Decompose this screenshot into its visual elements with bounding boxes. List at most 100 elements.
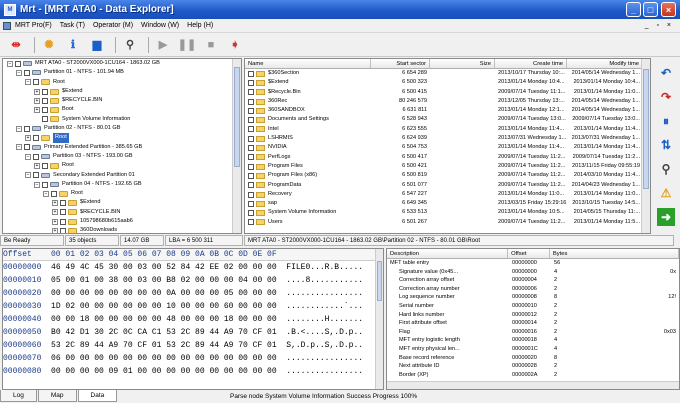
tree-node[interactable]: + $RECYCLE.BIN xyxy=(3,96,241,105)
warning-icon[interactable]: ⚠ xyxy=(657,184,675,202)
expand-toggle-icon[interactable]: + xyxy=(52,227,58,233)
tree-node[interactable]: + $Extend xyxy=(3,198,241,207)
files-scrollbar[interactable] xyxy=(641,59,650,233)
hex-row[interactable]: 00000000 46 49 4C 45 30 00 03 00 52 84 4… xyxy=(3,261,383,274)
file-row[interactable]: NVIDIA 6 504 753 2013/01/14 Monday 11:4...… xyxy=(245,143,650,152)
file-checkbox[interactable] xyxy=(248,126,254,133)
menu-window[interactable]: Window (W) xyxy=(137,22,183,29)
expand-toggle-icon[interactable]: − xyxy=(43,190,49,197)
tree-scrollbar[interactable] xyxy=(232,59,241,233)
structure-row[interactable]: Next attribute ID 00000028 2 xyxy=(387,362,679,371)
expand-toggle-icon[interactable]: − xyxy=(34,181,40,188)
structure-row[interactable]: Correction array number 00000006 2 xyxy=(387,285,679,294)
tree-node[interactable]: − Partition 04 - NTFS - 192.65 GB xyxy=(3,180,241,189)
file-checkbox[interactable] xyxy=(248,200,254,207)
expand-toggle-icon[interactable]: + xyxy=(34,107,40,114)
tree-node[interactable]: − Partition 02 - NTFS - 80.01 GB xyxy=(3,124,241,133)
file-checkbox[interactable] xyxy=(248,70,254,77)
node-checkbox[interactable] xyxy=(42,162,48,169)
expand-toggle-icon[interactable]: + xyxy=(52,200,58,207)
expand-toggle-icon[interactable]: − xyxy=(7,60,13,67)
expand-toggle-icon[interactable]: − xyxy=(25,172,31,179)
tree-node[interactable]: +105798680b615aab6 xyxy=(3,217,241,226)
node-checkbox[interactable] xyxy=(33,79,39,86)
file-row[interactable]: System Volume Information 6 533 513 2013/0… xyxy=(245,208,650,217)
col-description[interactable]: Description xyxy=(387,249,509,258)
tab-data[interactable]: Data xyxy=(77,390,118,402)
node-checkbox[interactable] xyxy=(60,200,66,207)
hex-row[interactable]: 00000030 1D 02 00 00 00 00 00 00 10 00 0… xyxy=(3,300,383,313)
file-row[interactable]: 360Rec 80 246 579 2013/12/05 Thursday 13:.… xyxy=(245,97,650,106)
tree-node[interactable]: − MRT ATA0 - ST2000VX000-1CU164 - 1863.02… xyxy=(3,59,241,68)
settings-icon[interactable]: ✺ xyxy=(39,36,59,54)
hex-view[interactable]: Offset 00 01 02 03 04 05 06 07 08 09 0A … xyxy=(2,248,384,390)
stop-icon[interactable]: ■ xyxy=(201,36,221,54)
tree-node[interactable]: − Root xyxy=(3,78,241,87)
node-checkbox[interactable] xyxy=(33,172,39,179)
expand-toggle-icon[interactable]: + xyxy=(34,88,40,95)
node-checkbox[interactable] xyxy=(42,181,48,188)
structure-row[interactable]: Base record reference 00000020 8 xyxy=(387,354,679,363)
file-row[interactable]: Intel 6 623 555 2013/01/14 Monday 11:4... 2… xyxy=(245,125,650,134)
title-bar[interactable]: M Mrt - [MRT ATA0 - Data Explorer] _ □ × xyxy=(0,0,680,19)
tab-map[interactable]: Map xyxy=(37,390,77,402)
file-checkbox[interactable] xyxy=(248,117,254,124)
file-checkbox[interactable] xyxy=(248,107,254,114)
file-row[interactable]: Program Files 6 500 421 2009/07/14 Tuesday… xyxy=(245,162,650,171)
node-checkbox[interactable] xyxy=(42,116,48,123)
hex-row[interactable]: 00000080 00 00 00 00 09 01 00 00 00 00 0… xyxy=(3,365,383,378)
file-checkbox[interactable] xyxy=(248,219,254,226)
structure-row[interactable]: MFT entry physical len... 0000001C 4 xyxy=(387,345,679,354)
tools-icon[interactable]: ⚲ xyxy=(120,36,140,54)
structure-row[interactable]: Flag 00000016 2 0x03 xyxy=(387,328,679,337)
node-checkbox[interactable] xyxy=(42,97,48,104)
tree-node[interactable]: + Boot xyxy=(3,105,241,114)
file-row[interactable]: Recovery 6 547 227 2013/01/14 Monday 11:0.… xyxy=(245,190,650,199)
file-checkbox[interactable] xyxy=(248,172,254,179)
tree-node[interactable]: System Volume Information xyxy=(3,115,241,124)
tab-log[interactable]: Log xyxy=(0,390,37,402)
hex-row[interactable]: 00000070 06 00 00 00 00 00 00 00 00 00 0… xyxy=(3,352,383,365)
file-checkbox[interactable] xyxy=(248,98,254,105)
expand-toggle-icon[interactable]: + xyxy=(34,97,40,104)
file-row[interactable]: sap 6 649 345 2013/03/15 Friday 15:29:16 20… xyxy=(245,199,650,208)
play-icon[interactable]: ▶ xyxy=(153,36,173,54)
go-icon[interactable]: ➜ xyxy=(657,208,675,226)
mdi-controls[interactable]: _ ▫ × xyxy=(645,22,674,29)
tree-node[interactable]: + Root xyxy=(3,133,241,143)
search-tool-icon[interactable]: ⚲ xyxy=(657,160,675,178)
tree-node[interactable]: + Root xyxy=(3,161,241,170)
col-create-time[interactable]: Create time xyxy=(495,59,567,68)
file-row[interactable]: $360Section 6 654 289 2013/10/17 Thursday … xyxy=(245,69,650,78)
hex-row[interactable]: 00000020 00 00 00 00 00 00 00 00 0A 00 0… xyxy=(3,287,383,300)
structure-view[interactable]: Description Offset Bytes MFT table entry… xyxy=(386,248,680,390)
node-checkbox[interactable] xyxy=(24,125,30,132)
node-checkbox[interactable] xyxy=(33,153,39,160)
structure-row[interactable]: Correction array offset 00000004 2 xyxy=(387,276,679,285)
chart-icon[interactable]: ▆ xyxy=(87,36,107,54)
structure-row[interactable]: Border (XP) 0000002A 2 xyxy=(387,371,679,380)
tree-node[interactable]: − Partition 03 - NTFS - 193.00 GB xyxy=(3,152,241,161)
menu-help[interactable]: Help (H) xyxy=(183,22,217,29)
file-checkbox[interactable] xyxy=(248,89,254,96)
hex-row[interactable]: 00000010 05 00 01 00 38 00 03 00 B8 02 0… xyxy=(3,274,383,287)
redo-icon[interactable]: ↷ xyxy=(657,88,675,106)
pause-icon[interactable]: ❚❚ xyxy=(177,36,197,54)
structure-hscroll[interactable] xyxy=(387,381,679,389)
expand-toggle-icon[interactable]: + xyxy=(25,135,31,142)
tree-node[interactable]: − Partition 01 - NTFS - 101.94 MB xyxy=(3,68,241,77)
tree-node[interactable]: − Root xyxy=(3,189,241,198)
partition-tree[interactable]: − MRT ATA0 - ST2000VX000-1CU164 - 1863.02… xyxy=(2,58,242,234)
file-row[interactable]: ProgramData 6 501 077 2009/07/14 Tuesday 1… xyxy=(245,181,650,190)
file-checkbox[interactable] xyxy=(248,145,254,152)
node-checkbox[interactable] xyxy=(60,227,66,233)
file-checkbox[interactable] xyxy=(248,191,254,198)
tree-node[interactable]: − Secondary Extended Partition 01 xyxy=(3,171,241,180)
scroll-thumb[interactable] xyxy=(643,69,649,189)
expand-toggle-icon[interactable]: + xyxy=(52,218,58,225)
col-modify-time[interactable]: Modify time xyxy=(567,59,643,68)
hex-row[interactable]: 00000060 53 2C 89 44 A9 70 CF 01 53 2C 8… xyxy=(3,339,383,352)
file-checkbox[interactable] xyxy=(248,163,254,170)
file-checkbox[interactable] xyxy=(248,135,254,142)
tree-node[interactable]: − Primary Extended Partition - 385.65 GB xyxy=(3,143,241,152)
